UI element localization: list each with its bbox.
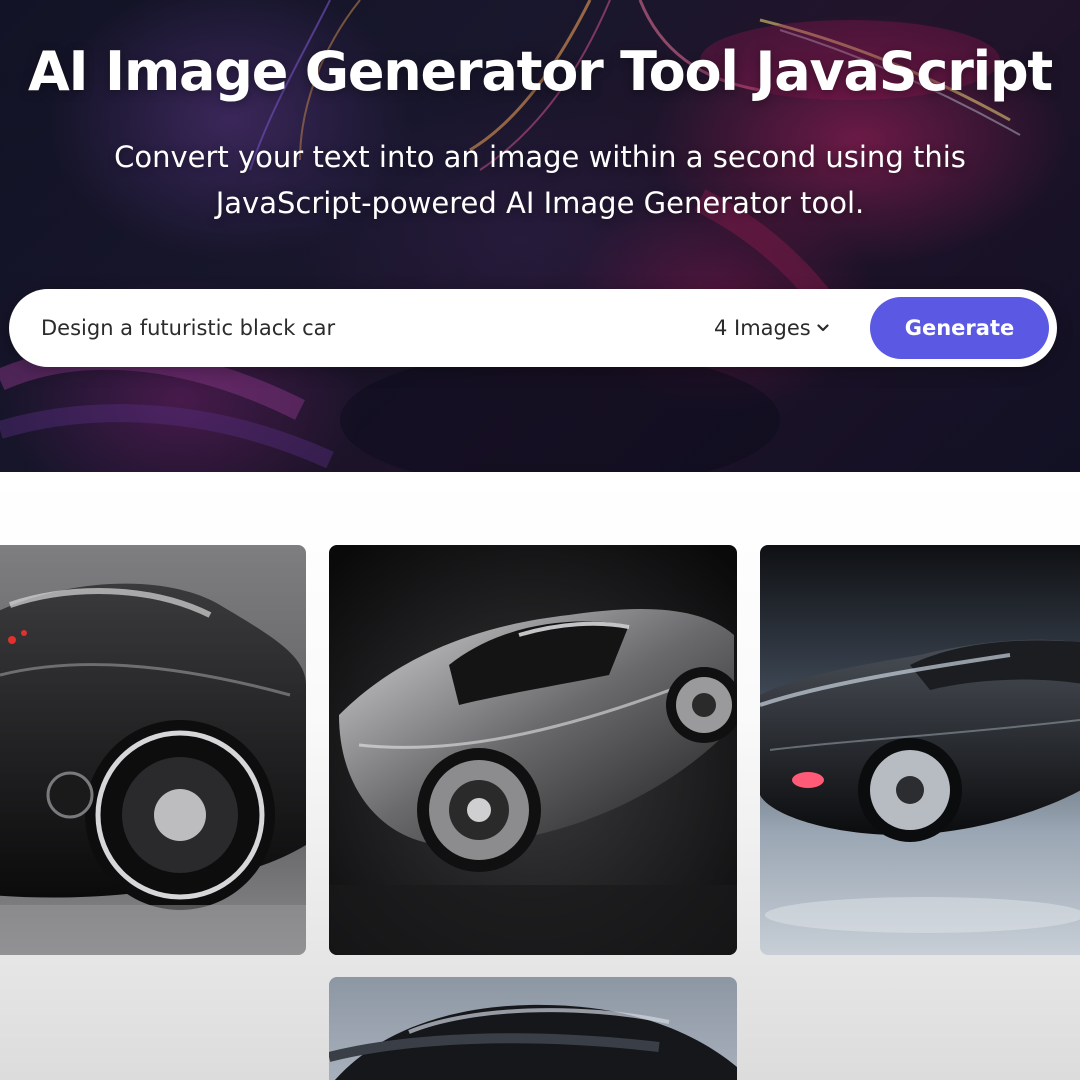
- image-count-select[interactable]: 4 Images: [714, 311, 829, 345]
- car-image: [760, 545, 1080, 955]
- generated-image-card[interactable]: [329, 545, 737, 955]
- hero-section: AI Image Generator Tool JavaScript Conve…: [0, 0, 1080, 472]
- prompt-input[interactable]: [41, 308, 661, 348]
- subtitle-line-1: Convert your text into an image within a…: [114, 140, 966, 174]
- car-image: [329, 545, 737, 955]
- generated-image-card[interactable]: [760, 545, 1080, 955]
- generated-image-card[interactable]: [0, 545, 306, 955]
- image-count-value: 4 Images: [714, 316, 811, 340]
- car-image: [0, 545, 306, 955]
- subtitle-line-2: JavaScript-powered AI Image Generator to…: [215, 186, 865, 220]
- prompt-form: 4 Images Generate: [9, 289, 1057, 367]
- car-image: [329, 977, 737, 1080]
- page-title: AI Image Generator Tool JavaScript: [27, 40, 1053, 103]
- generated-image-card[interactable]: [329, 977, 737, 1080]
- chevron-down-icon: [817, 324, 829, 332]
- image-gallery: [0, 472, 1080, 1080]
- generate-button[interactable]: Generate: [870, 297, 1049, 359]
- page-subtitle: Convert your text into an image within a…: [0, 134, 1080, 226]
